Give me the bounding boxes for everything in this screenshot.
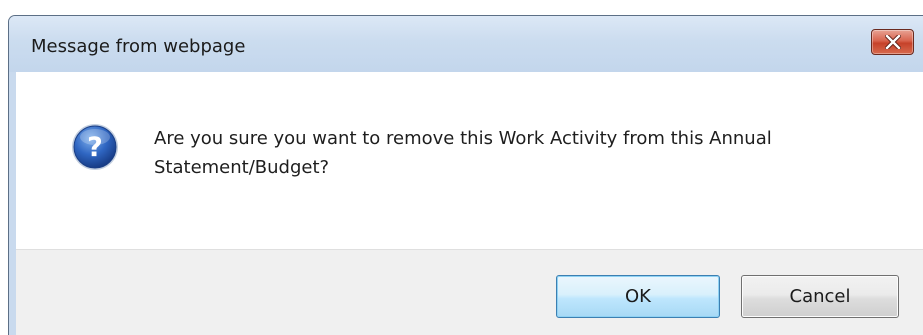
cancel-button[interactable]: Cancel: [741, 275, 899, 318]
dialog-title: Message from webpage: [31, 36, 246, 57]
close-button[interactable]: [871, 29, 914, 55]
message-dialog: Message from webpage ? Are you sure you …: [8, 15, 923, 335]
ok-button[interactable]: OK: [556, 275, 720, 318]
close-x-icon: [885, 35, 901, 49]
dialog-button-bar: OK Cancel: [16, 249, 923, 335]
question-icon: ?: [72, 124, 118, 170]
page: Message from webpage ? Are you sure you …: [0, 0, 923, 335]
dialog-titlebar[interactable]: Message from webpage: [9, 16, 923, 72]
svg-text:?: ?: [87, 132, 103, 163]
dialog-content: ? Are you sure you want to remove this W…: [16, 72, 923, 249]
dialog-message: Are you sure you want to remove this Wor…: [154, 128, 772, 178]
